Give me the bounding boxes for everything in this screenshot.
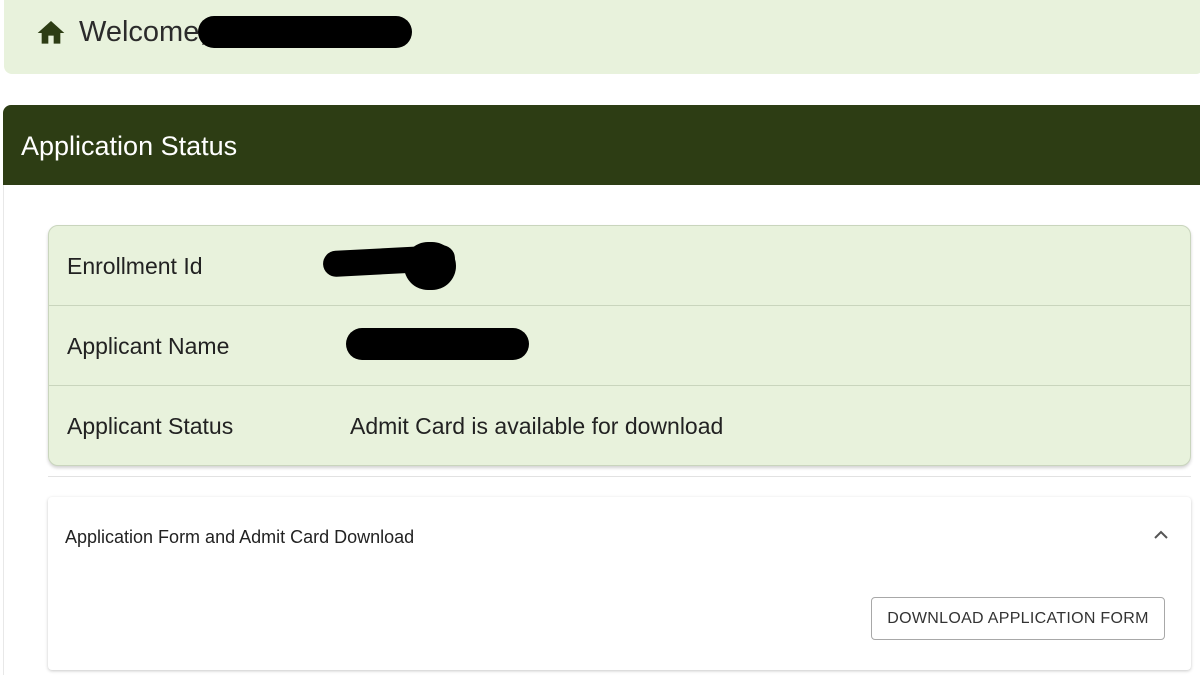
- redacted-applicant-name: [346, 328, 529, 360]
- applicant-name-row: Applicant Name: [49, 306, 1190, 386]
- applicant-info-card: Enrollment Id Applicant Name Applicant S…: [48, 225, 1191, 466]
- welcome-bar: Welcome,: [4, 0, 1200, 74]
- enrollment-id-label: Enrollment Id: [67, 253, 203, 279]
- accordion-title[interactable]: Application Form and Admit Card Download: [65, 525, 414, 549]
- chevron-up-icon[interactable]: [1153, 529, 1169, 541]
- page-title: Application Status: [21, 131, 238, 161]
- download-application-form-button[interactable]: DOWNLOAD APPLICATION FORM: [871, 597, 1165, 640]
- welcome-greeting: Welcome,: [79, 16, 208, 48]
- application-status-header: Application Status: [3, 105, 1200, 185]
- applicant-name-label: Applicant Name: [67, 333, 230, 359]
- applicant-status-value: Admit Card is available for download: [350, 413, 724, 439]
- applicant-status-label: Applicant Status: [67, 413, 234, 439]
- download-accordion: Application Form and Admit Card Download…: [48, 497, 1191, 670]
- enrollment-id-row: Enrollment Id: [49, 226, 1190, 306]
- divider: [48, 476, 1191, 477]
- redacted-username: [198, 16, 412, 48]
- redacted-enrollment-id-blob: [404, 242, 456, 290]
- home-icon[interactable]: [34, 17, 68, 49]
- applicant-status-row: Applicant Status Admit Card is available…: [49, 386, 1190, 466]
